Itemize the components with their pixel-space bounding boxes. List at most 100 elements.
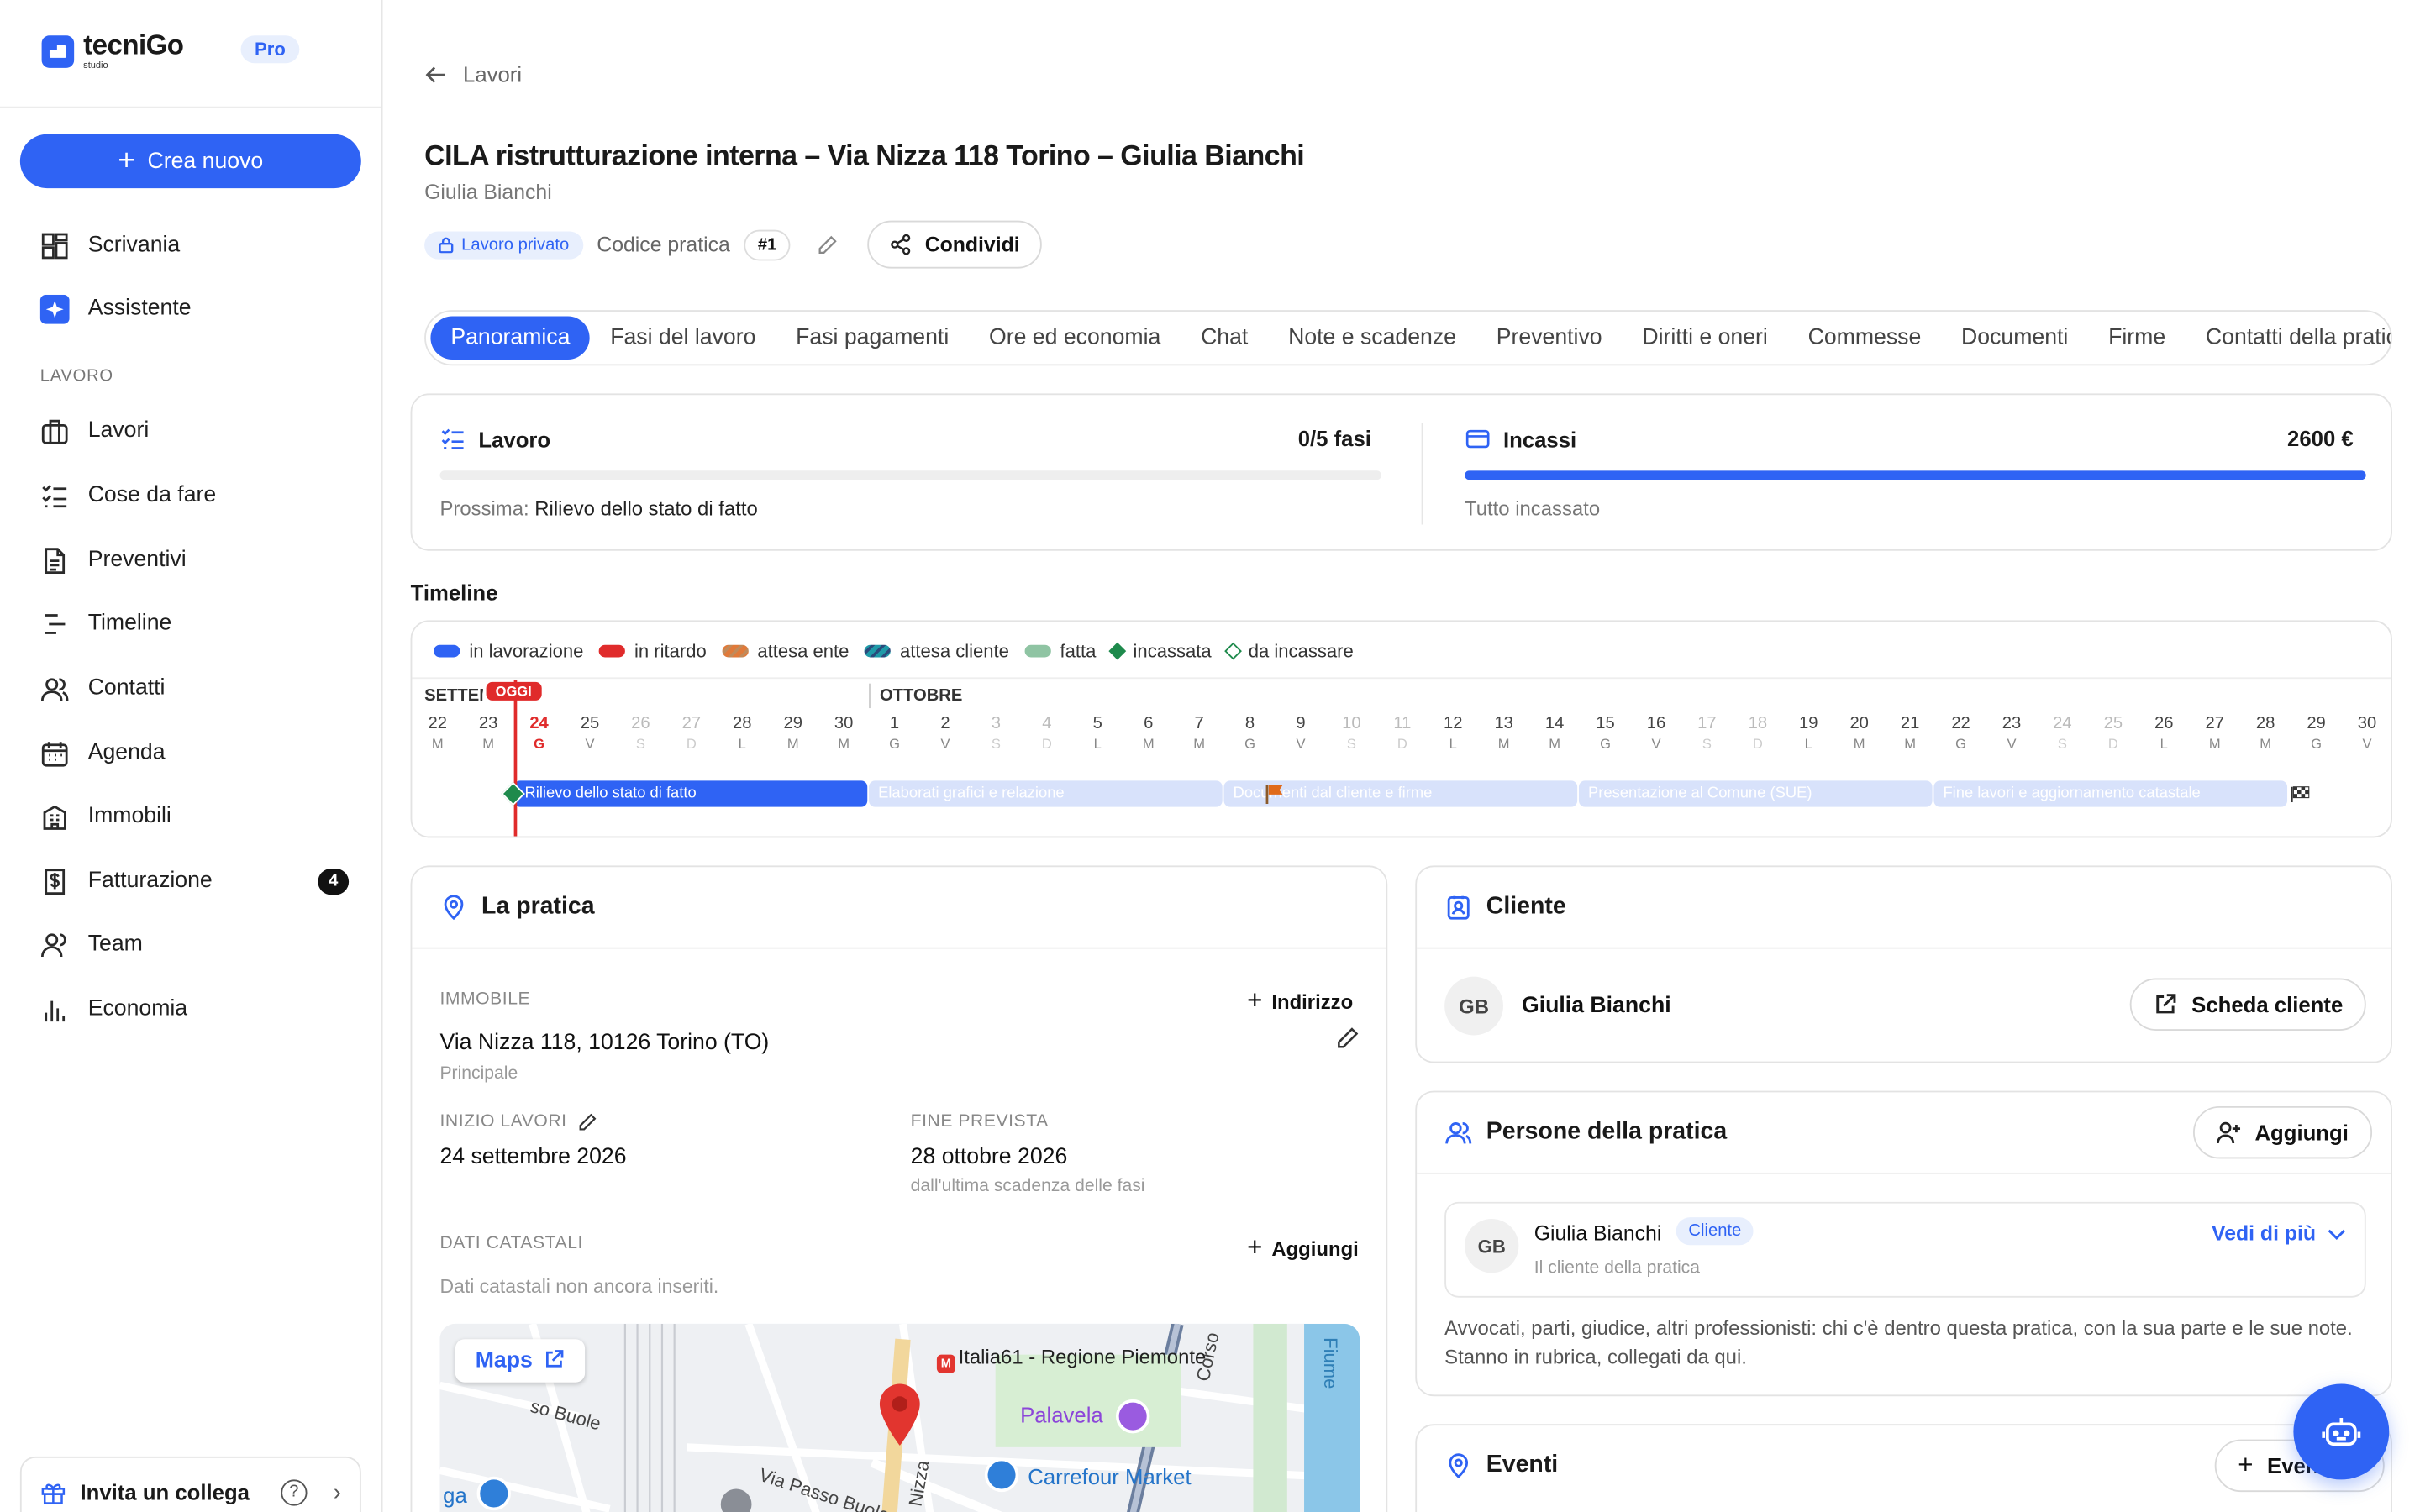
sidebar-item-lavori[interactable]: Lavori — [40, 413, 349, 447]
timeline-phase-bar[interactable]: Rilievo dello stato di fatto — [513, 780, 868, 807]
dashboard-icon — [41, 232, 68, 259]
sidebar-item-immobili[interactable]: Immobili — [40, 799, 349, 832]
day-weekday: L — [1804, 736, 1812, 752]
timeline-day: 29 M — [767, 714, 818, 754]
sidebar-item-cose-da-fare[interactable]: Cose da fare — [40, 478, 349, 512]
sidebar-item-label: Timeline — [87, 611, 172, 636]
add-address-button[interactable]: + Indirizzo — [1247, 986, 1353, 1017]
timeline-day: 18 D — [1733, 714, 1784, 754]
sidebar-item-contatti[interactable]: Contatti — [40, 671, 349, 705]
timeline-days: 22 M 23 M 24 G 25 V 26 S 27 D 28 L 29 M 30 M 1 G 2 V 3 S 4 D 5 L 6 M 7… — [412, 714, 2391, 757]
timeline-day: 11 D — [1377, 714, 1428, 754]
timeline-day: 6M — [1123, 714, 1174, 754]
briefcase-icon — [41, 418, 68, 444]
share-button[interactable]: Condividi — [867, 220, 1042, 269]
help-icon[interactable]: ? — [281, 1478, 308, 1505]
tab-fasi-pagamenti[interactable]: Fasi pagamenti — [776, 317, 969, 360]
sidebar-item-assistente[interactable]: Assistente — [39, 291, 349, 325]
tab-diritti-e-oneri[interactable]: Diritti e oneri — [1622, 317, 1787, 360]
tab-chat[interactable]: Chat — [1181, 317, 1268, 360]
add-address-label: Indirizzo — [1271, 990, 1354, 1013]
legend-item: da incassare — [1223, 640, 1354, 662]
day-number: 19 — [1799, 714, 1818, 733]
see-more-button[interactable]: Vedi di più — [2212, 1222, 2345, 1245]
timeline-day: 7M — [1174, 714, 1225, 754]
day-number: 28 — [733, 714, 752, 733]
brand-logo[interactable]: tecniGo studio — [41, 31, 184, 71]
sidebar-item-team[interactable]: Team — [40, 927, 349, 961]
pratica-card-title: La pratica — [439, 893, 595, 921]
sparkle-icon — [39, 293, 70, 323]
sidebar-item-fatturazione[interactable]: Fatturazione 4 — [40, 864, 350, 898]
app-window: tecniGo studio Pro + Crea nuovo Scrivani… — [0, 0, 2420, 1512]
legend-item: attesa ente — [722, 640, 849, 662]
sidebar-item-preventivi[interactable]: Preventivi — [40, 543, 349, 577]
people-card: Persone della pratica Aggiungi GB Giulia… — [1415, 1090, 2392, 1397]
cadastral-label: DATI CATASTALI — [439, 1234, 583, 1253]
address-value: Via Nizza 118, 10126 Torino (TO) — [439, 1030, 770, 1056]
tab-documenti[interactable]: Documenti — [1941, 317, 2088, 360]
map-view[interactable]: Maps Italia61 - Regione Piemonte Palavel… — [439, 1323, 1360, 1512]
day-weekday: S — [991, 736, 1001, 752]
day-number: 24 — [529, 714, 549, 733]
tab-ore-ed-economia[interactable]: Ore ed economia — [969, 317, 1181, 360]
tab-panoramica[interactable]: Panoramica — [430, 316, 591, 360]
tab-note-e-scadenze[interactable]: Note e scadenze — [1268, 317, 1476, 360]
legend-label: attesa cliente — [900, 640, 1009, 662]
day-weekday: V — [1651, 736, 1661, 752]
income-note: Tutto incassato — [1465, 496, 1601, 520]
open-maps-button[interactable]: Maps — [455, 1339, 586, 1383]
sidebar-item-agenda[interactable]: Agenda — [40, 736, 349, 769]
income-progress-bar — [1465, 470, 2366, 480]
assistant-bot-button[interactable] — [2293, 1383, 2390, 1480]
timeline-day: 4D — [1022, 714, 1073, 754]
day-number: 22 — [1951, 714, 1970, 733]
page-title: CILA ristrutturazione interna – Via Nizz… — [424, 139, 1305, 171]
legend-label: incassata — [1133, 640, 1212, 662]
chevron-right-icon[interactable]: › — [334, 1479, 341, 1505]
tab-preventivo[interactable]: Preventivo — [1476, 317, 1623, 360]
diamond-icon — [1108, 642, 1127, 660]
timeline-phase-bar[interactable]: Presentazione al Comune (SUE) — [1578, 780, 1933, 807]
timeline-day: 17 S — [1681, 714, 1733, 754]
people-description: Avvocati, parti, giudice, altri professi… — [1444, 1315, 2353, 1369]
sidebar-item-scrivania[interactable]: Scrivania — [40, 228, 349, 262]
timeline-day: 10 S — [1326, 714, 1377, 754]
progress-card: Lavoro 0/5 fasi Prossima: Rilievo dello … — [410, 393, 2392, 551]
sidebar-item-timeline[interactable]: Timeline — [40, 606, 349, 640]
day-number: 26 — [631, 714, 650, 733]
add-cadastral-button[interactable]: + Aggiungi — [1247, 1233, 1359, 1264]
edit-pencil-icon[interactable] — [1335, 1026, 1360, 1050]
divider — [412, 677, 2391, 680]
day-number: 23 — [478, 714, 498, 733]
create-new-button[interactable]: + Crea nuovo — [19, 134, 361, 189]
client-profile-button[interactable]: Scheda cliente — [2129, 978, 2366, 1031]
day-number: 29 — [783, 714, 802, 733]
add-person-button[interactable]: Aggiungi — [2193, 1105, 2372, 1159]
invite-colleague-button[interactable]: Invita un collega ? › — [19, 1456, 361, 1512]
day-weekday: V — [2007, 736, 2017, 752]
tab-commesse[interactable]: Commesse — [1788, 317, 1941, 360]
plus-icon: + — [1247, 985, 1263, 1016]
edit-pencil-icon[interactable] — [577, 1112, 597, 1132]
tab-contatti-della-pratica[interactable]: Contatti della pratica — [2186, 317, 2391, 360]
day-number: 20 — [1849, 714, 1869, 733]
pencil-icon[interactable] — [817, 234, 839, 255]
sidebar-item-economia[interactable]: Economia — [40, 992, 349, 1026]
code-value: #1 — [744, 228, 791, 260]
legend-item: in lavorazione — [434, 640, 583, 662]
end-label: FINE PREVISTA — [910, 1112, 1049, 1131]
timeline-phase-bar[interactable]: Fine lavori e aggiornamento catastale — [1933, 780, 2288, 807]
events-card-title: Eventi — [1444, 1452, 1558, 1479]
day-weekday: M — [2208, 736, 2221, 752]
tab-firme[interactable]: Firme — [2088, 317, 2186, 360]
day-number: 25 — [2103, 714, 2123, 733]
day-weekday: M — [431, 736, 444, 752]
timeline-phase-bar[interactable]: Elaborati grafici e relazione — [869, 780, 1223, 807]
day-weekday: S — [1346, 736, 1356, 752]
back-link[interactable]: Lavori — [424, 61, 522, 87]
timeline-day: 25 D — [2088, 714, 2139, 754]
tab-fasi-del-lavoro[interactable]: Fasi del lavoro — [590, 317, 776, 360]
client-name[interactable]: Giulia Bianchi — [1522, 994, 1671, 1018]
person-row[interactable]: GB Giulia Bianchi Cliente Il cliente del… — [1444, 1201, 2366, 1298]
